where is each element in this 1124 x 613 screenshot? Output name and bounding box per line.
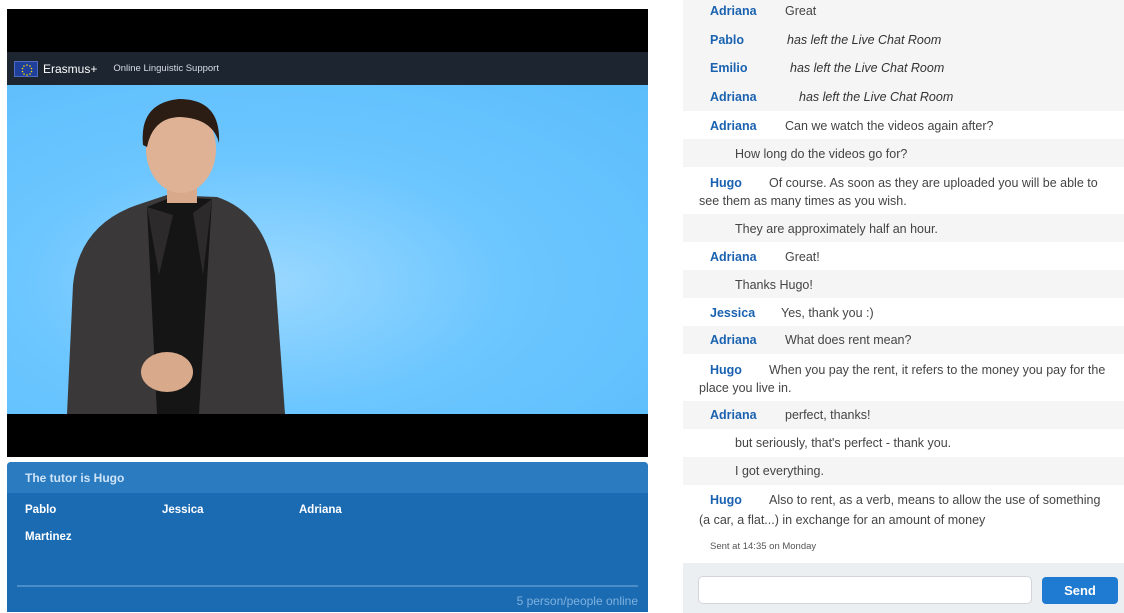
chat-message: How long do the videos go for?: [683, 139, 1124, 167]
message-text: Can we watch the videos again after?: [785, 119, 994, 133]
message-author: Jessica: [710, 306, 756, 320]
message-text: Thanks Hugo!: [735, 278, 813, 292]
video-player[interactable]: Erasmus+ Online Linguistic Support: [7, 9, 648, 457]
message-text: They are approximately half an hour.: [735, 222, 938, 236]
message-text-line2: place you live in.: [699, 381, 792, 395]
message-author: Hugo: [710, 176, 742, 190]
message-author: Adriana: [710, 119, 757, 133]
brand-bar: Erasmus+ Online Linguistic Support: [7, 52, 648, 85]
participant-name: Adriana: [299, 504, 342, 516]
message-text: I got everything.: [735, 464, 824, 478]
message-text: but seriously, that's perfect - thank yo…: [735, 436, 952, 450]
chat-message: Adriana Can we watch the videos again af…: [683, 111, 1124, 139]
message-composer: Send: [683, 563, 1124, 613]
participants-panel: The tutor is Hugo Pablo Jessica Adriana …: [7, 462, 648, 612]
chat-message-input[interactable]: [698, 576, 1032, 604]
message-text-line2: (a car, a flat...) in exchange for an am…: [699, 513, 986, 527]
message-text: Yes, thank you :): [781, 306, 874, 320]
chat-message: Hugo Of course. As soon as they are uplo…: [683, 167, 1124, 214]
tutor-bar: The tutor is Hugo: [7, 462, 648, 493]
message-text: What does rent mean?: [785, 333, 912, 347]
message-author: Adriana: [710, 4, 757, 18]
message-text-line2: see them as many times as you wish.: [699, 194, 907, 208]
send-button[interactable]: Send: [1042, 577, 1118, 604]
message-text: When you pay the rent, it refers to the …: [769, 363, 1106, 377]
participant-name: Pablo: [25, 504, 57, 516]
chat-message: Emilio has left the Live Chat Room: [683, 55, 1124, 83]
chat-message: Adriana Great: [683, 0, 1124, 27]
online-count: 5 person/people online: [516, 594, 638, 608]
tutor-label: The tutor is Hugo: [25, 470, 125, 485]
brand-subtitle: Online Linguistic Support: [113, 63, 219, 74]
chat-message: Adriana Great!: [683, 242, 1124, 270]
chat-message: Hugo Also to rent, as a verb, means to a…: [683, 485, 1124, 537]
message-text: has left the Live Chat Room: [799, 90, 954, 104]
message-text: Great: [785, 4, 817, 18]
brand-name: Erasmus+: [43, 61, 98, 76]
chat-message: Jessica Yes, thank you :): [683, 298, 1124, 326]
message-author: Hugo: [710, 363, 742, 377]
message-author: Pablo: [710, 33, 745, 47]
message-text: Of course. As soon as they are uploaded …: [769, 176, 1098, 190]
chat-message: Pablo has left the Live Chat Room: [683, 27, 1124, 55]
message-text: has left the Live Chat Room: [787, 33, 942, 47]
message-text: Also to rent, as a verb, means to allow …: [769, 493, 1101, 507]
chat-message: Adriana has left the Live Chat Room: [683, 83, 1124, 111]
participant-name: Jessica: [162, 504, 204, 516]
chat-message: Hugo When you pay the rent, it refers to…: [683, 354, 1124, 401]
live-chat-page: Erasmus+ Online Linguistic Support The t…: [0, 0, 1124, 613]
message-author: Adriana: [710, 408, 757, 422]
sent-timestamp: Sent at 14:35 on Monday: [710, 541, 817, 552]
chat-message: Adriana What does rent mean?: [683, 326, 1124, 354]
message-text: Great!: [785, 250, 820, 264]
chat-message: Adriana perfect, thanks!: [683, 401, 1124, 429]
chat-log[interactable]: Adriana Great Pablo has left the Live Ch…: [683, 0, 1124, 556]
chat-message: I got everything.: [683, 457, 1124, 485]
eu-flag-icon: [14, 60, 38, 77]
chat-message: They are approximately half an hour.: [683, 214, 1124, 242]
message-author: Emilio: [710, 61, 748, 75]
message-text: has left the Live Chat Room: [790, 61, 945, 75]
message-author: Adriana: [710, 250, 757, 264]
message-text: perfect, thanks!: [785, 408, 871, 422]
video-frame: [7, 85, 648, 414]
panel-divider: [17, 585, 638, 587]
participant-name: Martinez: [25, 531, 72, 543]
participant-list: Pablo Jessica Adriana Martinez: [7, 493, 648, 573]
chat-message: Thanks Hugo!: [683, 270, 1124, 298]
message-author: Adriana: [710, 90, 757, 104]
presenter-image: [67, 99, 285, 414]
message-author: Adriana: [710, 333, 757, 347]
chat-message: but seriously, that's perfect - thank yo…: [683, 429, 1124, 457]
message-author: Hugo: [710, 493, 742, 507]
message-text: How long do the videos go for?: [735, 147, 908, 161]
